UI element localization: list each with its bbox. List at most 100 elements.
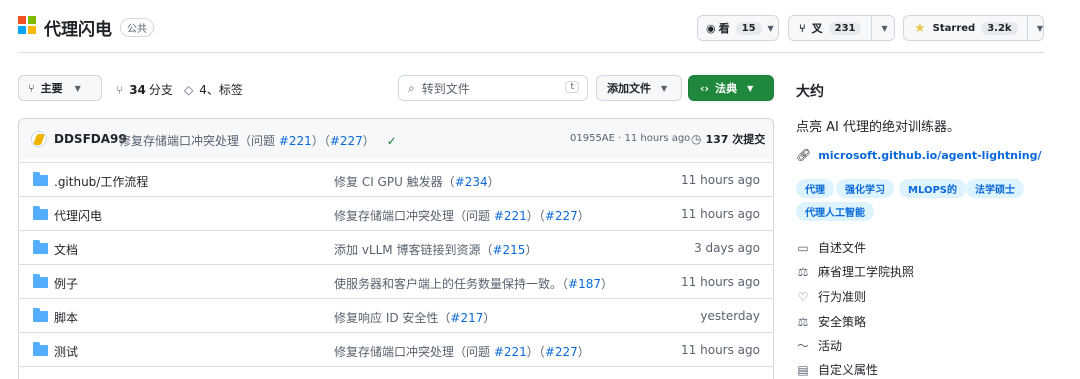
avatar bbox=[31, 131, 47, 147]
chevron-down-icon: ▼ bbox=[747, 83, 754, 93]
branch-icon: ⑂ bbox=[116, 82, 124, 97]
commit-author[interactable]: DDSFDA99 bbox=[54, 132, 127, 146]
topic-tag[interactable]: 代理人工智能 bbox=[796, 202, 874, 221]
file-name[interactable]: 代理闪电 bbox=[54, 207, 102, 224]
table-row[interactable]: 脚本 修复响应 ID 安全性（#217） yesterday bbox=[18, 298, 774, 332]
folder-icon bbox=[33, 240, 48, 254]
commit-pr-link[interactable]: #227 bbox=[330, 134, 363, 148]
visibility-badge: 公共 bbox=[120, 18, 154, 37]
file-commit-message[interactable]: 添加 vLLM 博客链接到资源（#215） bbox=[334, 241, 537, 258]
table-row[interactable]: 例子 使服务器和客户端上的任务数量保持一致。（#187） 11 hours ag… bbox=[18, 264, 774, 298]
scale-icon: ⚖ bbox=[797, 314, 809, 329]
chevron-down-icon: ▼ bbox=[661, 83, 668, 93]
repo-logo bbox=[18, 16, 36, 34]
tag-icon: ◇ bbox=[184, 82, 194, 97]
eye-icon: ◉ bbox=[706, 21, 716, 35]
commit-issue-link[interactable]: #221 bbox=[279, 134, 312, 148]
website-link[interactable]: 🔗︎ microsoft.github.io/agent-lightning/ bbox=[796, 148, 1042, 162]
add-file-button[interactable]: 添加文件 ▼ bbox=[596, 75, 682, 101]
code-icon: ‹› bbox=[700, 81, 710, 95]
table-row[interactable]: 文档 添加 vLLM 博客链接到资源（#215） 3 days ago bbox=[18, 230, 774, 264]
license-link[interactable]: ⚖ 麻省理工学院执照 bbox=[796, 263, 914, 280]
add-file-label: 添加文件 bbox=[607, 82, 651, 95]
topic-tag[interactable]: 强化学习 bbox=[836, 179, 894, 198]
commit-message[interactable]: 修复存储端口冲突处理（问题 #221）（#227） ✓ bbox=[119, 132, 397, 149]
branches-label: 分支 bbox=[148, 83, 173, 97]
latest-commit-bar: DDSFDA99 修复存储端口冲突处理（问题 #221）（#227） ✓ 019… bbox=[19, 119, 773, 159]
commits-count: 137 次提交 bbox=[705, 133, 766, 146]
watch-button[interactable]: ◉ 看 15 ▼ bbox=[697, 15, 779, 41]
folder-icon bbox=[33, 342, 48, 356]
branches-link[interactable]: ⑂ 34 分支 bbox=[116, 81, 173, 98]
chevron-down-icon[interactable]: ▼ bbox=[881, 24, 887, 33]
folder-icon bbox=[33, 206, 48, 220]
search-placeholder: 转到文件 bbox=[421, 81, 470, 96]
search-icon: ⌕ bbox=[408, 80, 415, 95]
website-url[interactable]: microsoft.github.io/agent-lightning/ bbox=[818, 149, 1041, 162]
activity-link[interactable]: 〜 活动 bbox=[796, 337, 842, 354]
file-name[interactable]: 测试 bbox=[54, 343, 78, 360]
topic-tag[interactable]: 法学硕士 bbox=[966, 179, 1024, 198]
file-name[interactable]: 文档 bbox=[54, 241, 78, 258]
file-commit-message[interactable]: 修复存储端口冲突处理（问题 #221）（#227） bbox=[334, 207, 590, 224]
commits-count-link[interactable]: ◷ 137 次提交 bbox=[691, 131, 765, 147]
tags-label: 4、标签 bbox=[199, 83, 243, 97]
about-heading: 大约 bbox=[796, 84, 824, 100]
folder-icon bbox=[33, 172, 48, 186]
star-label: Starred bbox=[932, 22, 976, 34]
star-count: 3.2k bbox=[981, 21, 1018, 35]
code-button[interactable]: ‹› 法典 ▼ bbox=[688, 75, 774, 101]
heart-icon: ♡ bbox=[797, 289, 809, 304]
table-row[interactable]: 测试 修复存储端口冲突处理（问题 #221）（#227） 11 hours ag… bbox=[18, 332, 774, 366]
folder-icon bbox=[33, 308, 48, 322]
file-commit-message[interactable]: 修复响应 ID 安全性（#217） bbox=[334, 309, 495, 326]
chevron-down-icon[interactable]: ▼ bbox=[1037, 24, 1043, 33]
file-time: 3 days ago bbox=[694, 241, 760, 255]
custom-properties-link[interactable]: ▤ 自定义属性 bbox=[796, 361, 878, 378]
watch-label: 看 bbox=[718, 22, 730, 35]
fork-count: 231 bbox=[828, 21, 862, 35]
topic-tag[interactable]: MLOPS的 bbox=[899, 179, 966, 198]
file-time: yesterday bbox=[700, 309, 760, 323]
commit-message-paren: ）（ bbox=[311, 134, 330, 148]
security-policy-link[interactable]: ⚖ 安全策略 bbox=[796, 313, 866, 330]
header-divider bbox=[18, 52, 1044, 53]
readme-link[interactable]: ▭ 自述文件 bbox=[796, 239, 866, 256]
file-name[interactable]: 例子 bbox=[54, 275, 78, 292]
fork-button[interactable]: ⑂ 叉 231 ▼ bbox=[788, 15, 895, 41]
commit-sha-time[interactable]: 01955AE · 11 hours ago bbox=[570, 133, 690, 144]
commit-message-text: 修复存储端口冲突处理（问题 bbox=[119, 134, 276, 148]
file-commit-message[interactable]: 修复 CI GPU 触发器（#234） bbox=[334, 173, 500, 190]
file-time: 11 hours ago bbox=[681, 275, 760, 289]
fork-icon: ⑂ bbox=[799, 21, 806, 35]
repo-name[interactable]: 代理闪电 bbox=[44, 15, 112, 40]
file-time: 11 hours ago bbox=[681, 207, 760, 221]
file-name[interactable]: 脚本 bbox=[54, 309, 78, 326]
topic-tag[interactable]: 代理 bbox=[796, 179, 834, 198]
fork-label: 叉 bbox=[811, 22, 823, 35]
table-row[interactable]: .github/工作流程 修复 CI GPU 触发器（#234） 11 hour… bbox=[18, 162, 774, 196]
commit-message-paren: ） bbox=[362, 134, 375, 148]
branch-select[interactable]: ⑂ 主要 ▼ bbox=[18, 75, 102, 101]
pulse-icon: 〜 bbox=[796, 339, 809, 353]
branches-count: 34 bbox=[129, 82, 146, 97]
table-row[interactable]: 代理闪电 修复存储端口冲突处理（问题 #221）（#227） 11 hours … bbox=[18, 196, 774, 230]
chevron-down-icon: ▼ bbox=[767, 23, 774, 33]
table-row-divider bbox=[18, 366, 774, 367]
code-of-conduct-link[interactable]: ♡ 行为准则 bbox=[796, 288, 866, 305]
about-description: 点亮 AI 代理的绝对训练器。 bbox=[796, 120, 960, 135]
file-commit-message[interactable]: 修复存储端口冲突处理（问题 #221）（#227） bbox=[334, 343, 590, 360]
star-button[interactable]: ★ Starred 3.2k ▼ bbox=[903, 15, 1044, 41]
branch-label: 主要 bbox=[40, 82, 63, 95]
code-label: 法典 bbox=[715, 82, 738, 95]
scale-icon: ⚖ bbox=[797, 264, 809, 279]
file-commit-message[interactable]: 使服务器和客户端上的任务数量保持一致。（#187） bbox=[334, 275, 613, 292]
history-icon: ◷ bbox=[691, 132, 702, 146]
search-input[interactable]: ⌕ 转到文件 t bbox=[398, 75, 588, 101]
tags-link[interactable]: ◇ 4、标签 bbox=[184, 81, 243, 98]
file-time: 11 hours ago bbox=[681, 343, 760, 357]
branch-icon: ⑂ bbox=[28, 81, 35, 95]
check-icon: ✓ bbox=[386, 134, 397, 148]
chevron-down-icon: ▼ bbox=[74, 83, 81, 93]
file-name[interactable]: .github/工作流程 bbox=[54, 173, 148, 190]
